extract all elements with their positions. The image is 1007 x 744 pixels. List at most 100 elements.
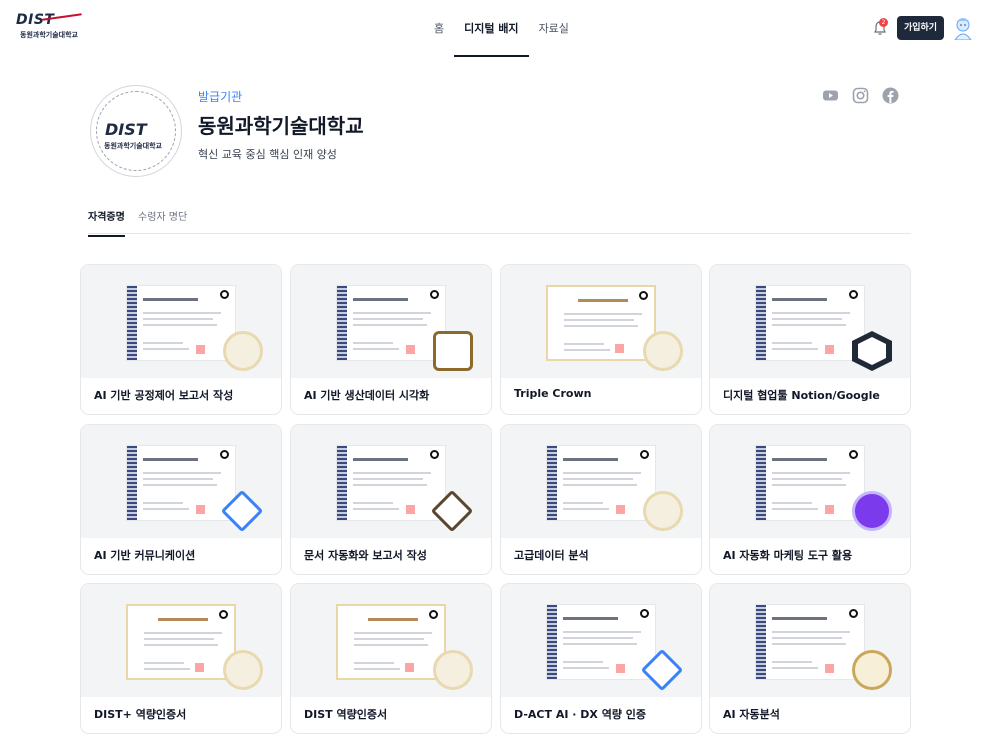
certificate-stamp xyxy=(825,505,834,514)
certificate-border xyxy=(756,446,766,520)
certificate-text-line xyxy=(143,472,221,474)
credential-card[interactable]: D-ACT AI · DX 역량 인증 xyxy=(500,583,702,734)
credential-title: Triple Crown xyxy=(514,387,592,400)
certificate-border xyxy=(127,286,137,360)
certificate-preview xyxy=(336,285,446,361)
certificate-text-line xyxy=(354,632,432,634)
certificate-text-line xyxy=(563,667,609,669)
credential-title: 고급데이터 분석 xyxy=(514,549,589,562)
certificate-text-line xyxy=(353,472,431,474)
credential-card[interactable]: AI 기반 생산데이터 시각화 xyxy=(290,264,492,415)
certificate-stamp xyxy=(195,663,204,672)
certificate-text-line xyxy=(143,318,213,320)
credential-title: AI 자동화 마케팅 도구 활용 xyxy=(723,549,853,562)
facebook-icon[interactable] xyxy=(882,87,899,104)
certificate-header xyxy=(578,299,628,302)
credential-card[interactable]: 문서 자동화와 보고서 작성 xyxy=(290,424,492,575)
certificate-text-line xyxy=(144,644,218,646)
certificate-text-line xyxy=(772,484,846,486)
certificate-preview xyxy=(546,285,656,361)
credential-title: DIST+ 역량인증서 xyxy=(94,708,187,721)
certificate-text-line xyxy=(143,484,217,486)
certificate-header xyxy=(772,298,827,301)
tab-bar: 자격증명 수령자 명단 xyxy=(88,200,911,237)
join-button[interactable]: 가입하기 xyxy=(897,16,944,40)
certificate-thumbnail xyxy=(710,265,910,378)
certificate-text-line xyxy=(144,638,214,640)
certificate-text-line xyxy=(564,313,642,315)
badge-emblem-icon xyxy=(433,650,473,690)
certificate-thumbnail xyxy=(81,584,281,697)
certificate-border xyxy=(547,446,557,520)
credential-title: AI 자동분석 xyxy=(723,708,780,721)
certificate-text-line xyxy=(772,637,842,639)
tab-recipients[interactable]: 수령자 명단 xyxy=(138,208,187,235)
credential-card[interactable]: Triple Crown xyxy=(500,264,702,415)
certificate-stamp xyxy=(406,505,415,514)
nav-item-digital-badge[interactable]: 디지털 배지 xyxy=(454,0,530,58)
tab-credentials[interactable]: 자격증명 xyxy=(88,208,125,237)
certificate-border xyxy=(337,446,347,520)
certificate-preview xyxy=(126,604,236,680)
credential-card[interactable]: 디지털 협업툴 Notion/Google xyxy=(709,264,911,415)
certificate-text-line xyxy=(563,472,641,474)
credential-card[interactable]: AI 자동화 마케팅 도구 활용 xyxy=(709,424,911,575)
certificate-logo-icon xyxy=(849,450,858,459)
certificate-logo-icon xyxy=(220,290,229,299)
certificate-stamp xyxy=(616,505,625,514)
youtube-icon[interactable] xyxy=(822,87,839,104)
nav-item-home[interactable]: 홈 xyxy=(424,0,454,58)
nav-item-resources[interactable]: 자료실 xyxy=(529,0,579,58)
certificate-text-line xyxy=(144,668,190,670)
certificate-logo-icon xyxy=(640,609,649,618)
certificate-text-line xyxy=(143,324,217,326)
credential-card[interactable]: AI 자동분석 xyxy=(709,583,911,734)
credential-card[interactable]: AI 기반 커뮤니케이션 xyxy=(80,424,282,575)
avatar[interactable] xyxy=(952,16,974,40)
badge-emblem-icon xyxy=(433,331,473,371)
certificate-logo-icon xyxy=(219,610,228,619)
main-nav: 홈 디지털 배지 자료실 xyxy=(424,0,579,58)
certificate-text-line xyxy=(564,319,634,321)
credential-title: AI 기반 공정제어 보고서 작성 xyxy=(94,389,234,402)
certificate-stamp xyxy=(406,345,415,354)
certificate-text-line xyxy=(354,644,428,646)
certificate-text-line xyxy=(353,478,423,480)
certificate-thumbnail xyxy=(81,425,281,538)
certificate-text-line xyxy=(772,324,846,326)
certificate-text-line xyxy=(564,325,638,327)
certificate-text-line xyxy=(354,668,400,670)
certificate-text-line xyxy=(563,643,637,645)
certificate-text-line xyxy=(143,342,183,344)
certificate-text-line xyxy=(143,508,189,510)
credential-card[interactable]: AI 기반 공정제어 보고서 작성 xyxy=(80,264,282,415)
certificate-text-line xyxy=(563,661,603,663)
certificate-text-line xyxy=(772,631,850,633)
certificate-text-line xyxy=(143,312,221,314)
certificate-header xyxy=(772,617,827,620)
site-logo[interactable]: DIST 동원과학기술대학교 xyxy=(16,12,82,42)
certificate-text-line xyxy=(353,318,423,320)
credential-card[interactable]: DIST+ 역량인증서 xyxy=(80,583,282,734)
certificate-logo-icon xyxy=(429,610,438,619)
certificate-thumbnail xyxy=(501,584,701,697)
certificate-stamp xyxy=(196,345,205,354)
badge-emblem-icon xyxy=(643,491,683,531)
credential-card[interactable]: 고급데이터 분석 xyxy=(500,424,702,575)
certificate-text-line xyxy=(354,638,424,640)
certificate-text-line xyxy=(353,342,393,344)
badge-emblem-icon xyxy=(223,331,263,371)
credential-card[interactable]: DIST 역량인증서 xyxy=(290,583,492,734)
certificate-preview xyxy=(336,604,446,680)
certificate-text-line xyxy=(354,662,394,664)
badge-emblem-icon xyxy=(643,331,683,371)
certificate-text-line xyxy=(563,478,633,480)
certificate-text-line xyxy=(563,502,603,504)
instagram-icon[interactable] xyxy=(852,87,869,104)
certificate-thumbnail xyxy=(710,584,910,697)
certificate-header xyxy=(143,458,198,461)
certificate-preview xyxy=(546,445,656,521)
badge-emblem-icon xyxy=(852,491,892,531)
certificate-logo-icon xyxy=(849,609,858,618)
certificate-header xyxy=(563,458,618,461)
